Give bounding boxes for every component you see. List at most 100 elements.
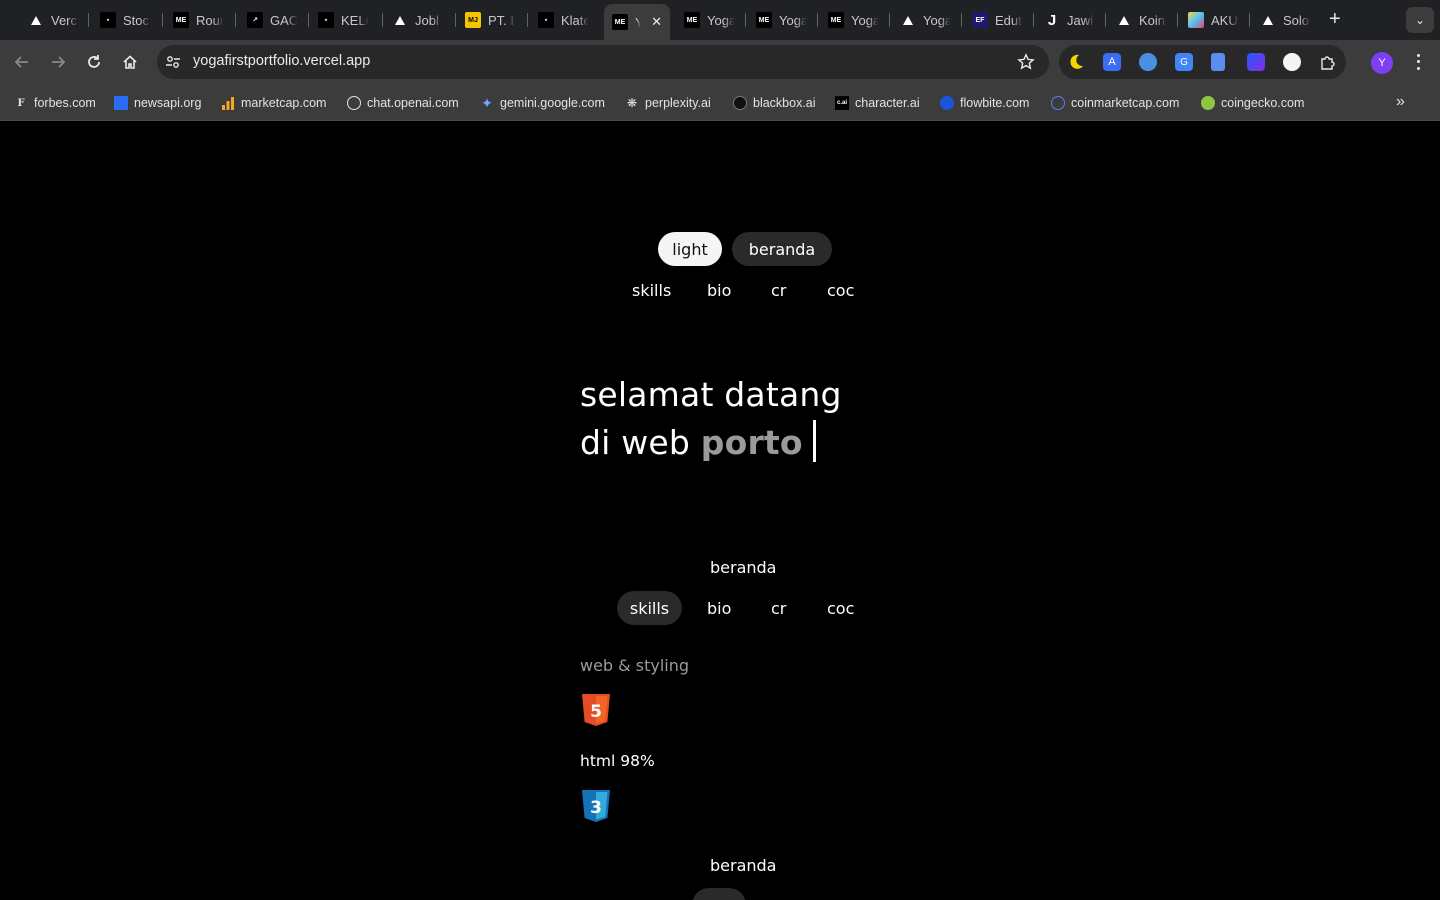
nav-home-link[interactable]: beranda xyxy=(710,558,776,577)
chevron-down-icon: ⌄ xyxy=(1414,13,1426,27)
skill-html-label: html 98% xyxy=(580,752,655,770)
nav-bio-link[interactable]: bio xyxy=(707,599,731,618)
tab-title: Jobl xyxy=(415,12,439,28)
tab-title: Jawi xyxy=(1067,12,1094,28)
tab-1[interactable]: ▪ Stoc xyxy=(100,7,151,33)
tab-11[interactable]: ME Yoga xyxy=(828,7,879,33)
nav-skills-button-active[interactable]: skills xyxy=(617,591,682,625)
nav-coc-link[interactable]: coc xyxy=(827,599,854,618)
tab-title: Edut xyxy=(995,12,1022,28)
tab-6[interactable]: MJ PT. I xyxy=(465,7,516,33)
hero-heading: selamat datang di web porto xyxy=(580,371,842,467)
site-settings-icon[interactable] xyxy=(165,54,181,70)
forward-button[interactable] xyxy=(48,52,68,72)
tab-separator xyxy=(308,13,309,27)
character-ai-icon: c.ai xyxy=(835,96,849,110)
bookmarks-bar: Fforbes.com newsapi.org marketcap.com ch… xyxy=(0,85,1440,121)
bookmark-label: coinmarketcap.com xyxy=(1071,96,1180,110)
nav-pill-partial[interactable] xyxy=(692,888,746,900)
openai-icon xyxy=(347,96,361,110)
nav-cr-link[interactable]: cr xyxy=(771,599,786,618)
nav-home-button[interactable]: beranda xyxy=(732,232,832,266)
aku-icon xyxy=(1188,12,1204,28)
nav-bio-link[interactable]: bio xyxy=(707,281,731,300)
dot xyxy=(1416,67,1420,71)
bookmark-perplexity[interactable]: ❋ perplexity.ai xyxy=(625,94,711,112)
dark-site-icon: ▪ xyxy=(318,12,334,28)
tab-4[interactable]: ▪ KELC xyxy=(318,7,369,33)
bookmark-character[interactable]: c.ai character.ai xyxy=(835,94,920,112)
bookmark-star-icon[interactable] xyxy=(1017,53,1035,71)
google-translate-icon[interactable]: G xyxy=(1175,53,1193,71)
bookmark-label: character.ai xyxy=(855,96,920,110)
puzzle-extensions-icon[interactable] xyxy=(1319,53,1337,71)
nav-skills-link[interactable]: skills xyxy=(632,281,671,300)
newsapi-icon xyxy=(114,96,128,110)
docs-icon[interactable] xyxy=(1211,53,1225,71)
translate-a-icon[interactable]: A xyxy=(1103,53,1121,71)
nav-coc-link[interactable]: coc xyxy=(827,281,854,300)
bookmark-flowbite[interactable]: flowbite.com xyxy=(940,94,1029,112)
browser-toolbar: yogafirstportfolio.vercel.app A G Y xyxy=(0,40,1440,85)
reload-button[interactable] xyxy=(84,52,104,72)
tab-0[interactable]: Verc xyxy=(28,7,79,33)
tab-separator xyxy=(88,13,89,27)
bookmark-forbes[interactable]: Fforbes.com xyxy=(14,94,95,112)
back-button[interactable] xyxy=(12,52,32,72)
extensions-area: A G xyxy=(1059,45,1346,79)
home-button[interactable] xyxy=(120,52,140,72)
vercel-triangle-icon xyxy=(900,12,916,28)
tab-3[interactable]: ↗ GAC xyxy=(247,7,298,33)
bookmark-newsapi[interactable]: newsapi.org xyxy=(114,94,201,112)
hero-line-2: di web porto xyxy=(580,419,842,467)
tab-15[interactable]: Koin xyxy=(1116,7,1167,33)
tab-9[interactable]: ME Yoga xyxy=(684,7,735,33)
tab-separator xyxy=(817,13,818,27)
tab-active[interactable]: ME Y ✕ xyxy=(604,4,670,40)
vercel-triangle-icon xyxy=(28,12,44,28)
dark-site-icon: ▪ xyxy=(538,12,554,28)
tab-title: Solo xyxy=(1283,12,1310,28)
browser-menu-button[interactable] xyxy=(1412,52,1424,72)
bookmark-ribbon-icon[interactable] xyxy=(1247,53,1265,71)
circle-ext-icon[interactable] xyxy=(1283,53,1301,71)
profile-avatar[interactable]: Y xyxy=(1371,52,1393,74)
dark-reader-moon-icon[interactable] xyxy=(1067,53,1085,71)
bookmark-coinmarketcap[interactable]: coinmarketcap.com xyxy=(1051,94,1179,112)
bookmark-coingecko[interactable]: coingecko.com xyxy=(1201,94,1304,112)
nav-home-link-bottom[interactable]: beranda xyxy=(710,856,776,875)
url-text[interactable]: yogafirstportfolio.vercel.app xyxy=(193,53,370,69)
more-bookmarks-chevron-icon[interactable]: » xyxy=(1396,93,1405,111)
new-tab-button[interactable]: + xyxy=(1329,9,1341,29)
tab-search-button[interactable]: ⌄ xyxy=(1406,7,1434,33)
bar-chart-icon xyxy=(222,97,234,110)
bookmark-label: flowbite.com xyxy=(960,96,1030,110)
hero-line-1: selamat datang xyxy=(580,375,842,414)
tab-13[interactable]: EF Edut xyxy=(972,7,1023,33)
tab-10[interactable]: ME Yoga xyxy=(756,7,807,33)
vercel-triangle-icon xyxy=(1116,12,1132,28)
tab-17[interactable]: Solo xyxy=(1260,7,1311,33)
bookmark-chatgpt[interactable]: chat.openai.com xyxy=(347,94,459,112)
tab-separator xyxy=(162,13,163,27)
address-bar[interactable]: yogafirstportfolio.vercel.app xyxy=(157,45,1049,79)
tab-16[interactable]: AKU xyxy=(1188,7,1239,33)
tab-7[interactable]: ▪ Klate xyxy=(538,7,589,33)
tab-14[interactable]: J Jawi xyxy=(1044,7,1095,33)
tab-5[interactable]: Jobl xyxy=(392,7,443,33)
tab-2[interactable]: ME Rour xyxy=(173,7,224,33)
close-icon[interactable]: ✕ xyxy=(651,14,662,30)
bookmark-blackbox[interactable]: blackbox.ai xyxy=(733,94,816,112)
theme-toggle-button[interactable]: light xyxy=(658,232,722,266)
home-icon xyxy=(123,55,137,69)
tab-title: Klate xyxy=(561,12,589,28)
nav-cr-link[interactable]: cr xyxy=(771,281,786,300)
bookmark-gemini[interactable]: ✦ gemini.google.com xyxy=(480,94,605,112)
tab-12[interactable]: Yoga xyxy=(900,7,951,33)
tab-title: Koin xyxy=(1139,12,1166,28)
tab-separator xyxy=(1033,13,1034,27)
compass-icon[interactable] xyxy=(1139,53,1157,71)
bookmark-marketcap[interactable]: marketcap.com xyxy=(221,94,326,112)
me-logo-icon: ME xyxy=(828,12,844,28)
me-logo-icon: ME xyxy=(612,14,628,30)
